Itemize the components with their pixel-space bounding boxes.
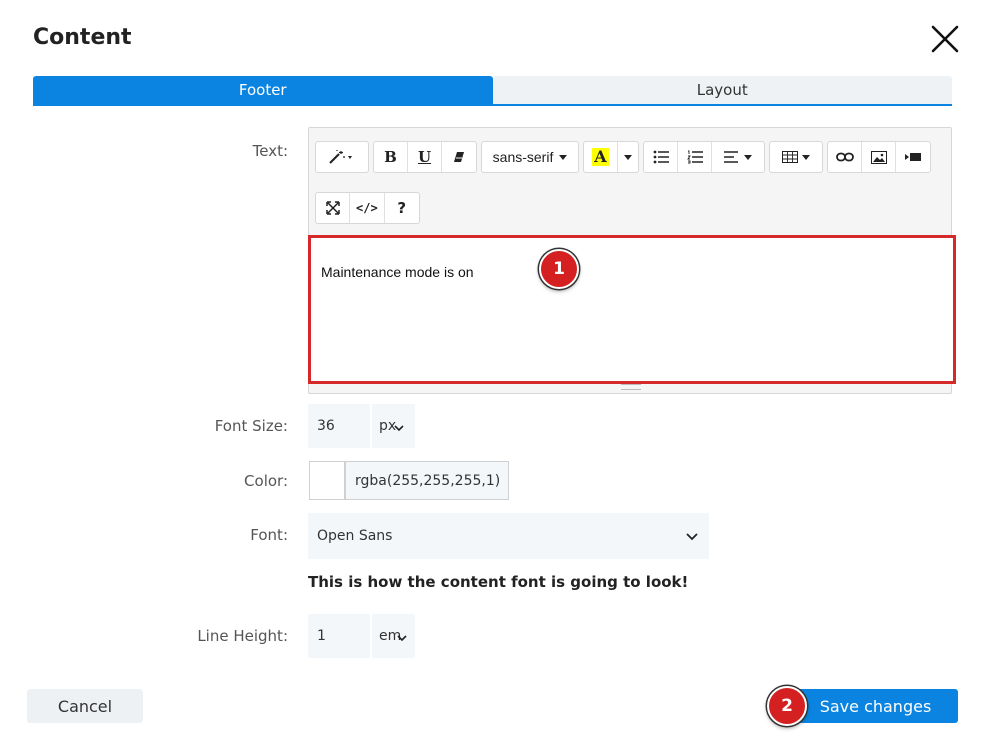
- text-color-icon[interactable]: A: [584, 142, 618, 172]
- font-size-input[interactable]: 36: [308, 404, 370, 448]
- ordered-list-icon[interactable]: [678, 142, 712, 172]
- dialog-title: Content: [33, 25, 132, 50]
- close-icon[interactable]: [928, 22, 962, 56]
- line-height-unit-select[interactable]: em: [372, 614, 415, 658]
- format-group: B U: [373, 141, 477, 173]
- chevron-down-icon: [397, 634, 407, 641]
- view-group: </> ?: [315, 192, 420, 224]
- insert-group: [827, 141, 931, 173]
- image-icon[interactable]: [862, 142, 896, 172]
- magic-wand-icon[interactable]: [316, 142, 368, 172]
- tab-footer[interactable]: Footer: [33, 76, 493, 104]
- color-caret-icon[interactable]: [618, 142, 638, 172]
- font-family-group: sans-serif: [481, 141, 579, 173]
- resize-handle[interactable]: [621, 384, 641, 390]
- color-group: A: [583, 141, 639, 173]
- font-size-label: Font Size:: [214, 417, 288, 435]
- code-view-icon[interactable]: </>: [350, 193, 385, 223]
- unordered-list-icon[interactable]: [644, 142, 678, 172]
- color-label: Color:: [244, 472, 288, 490]
- video-icon[interactable]: [896, 142, 930, 172]
- font-family-dropdown[interactable]: sans-serif: [482, 142, 578, 172]
- bold-icon[interactable]: B: [374, 142, 408, 172]
- link-icon[interactable]: [828, 142, 862, 172]
- annotation-marker-1: 1: [539, 249, 579, 289]
- line-height-input[interactable]: 1: [308, 614, 370, 658]
- editor-toolbar-row-1: B U sans-serif A: [315, 141, 931, 173]
- editor-toolbar-row-2: </> ?: [315, 192, 420, 224]
- annotation-marker-2: 2: [767, 686, 807, 726]
- list-group: [643, 141, 765, 173]
- font-select-value: Open Sans: [317, 528, 393, 544]
- chevron-down-icon: [394, 424, 404, 431]
- help-icon[interactable]: ?: [385, 193, 419, 223]
- tab-bar: Footer Layout: [33, 76, 952, 106]
- editor-text: Maintenance mode is on: [321, 264, 474, 280]
- tab-layout[interactable]: Layout: [492, 76, 952, 104]
- font-preview-text: This is how the content font is going to…: [308, 573, 689, 591]
- table-icon[interactable]: [770, 142, 822, 172]
- font-family-value: sans-serif: [492, 149, 554, 165]
- line-height-label: Line Height:: [197, 627, 288, 645]
- caret-down-icon: [559, 154, 568, 160]
- color-value-input[interactable]: rgba(255,255,255,1): [345, 461, 509, 500]
- underline-icon[interactable]: U: [408, 142, 442, 172]
- save-changes-button[interactable]: Save changes: [793, 689, 958, 723]
- editor-content-area[interactable]: Maintenance mode is on: [308, 235, 956, 384]
- style-group: [315, 141, 369, 173]
- font-label: Font:: [250, 526, 288, 544]
- table-group: [769, 141, 823, 173]
- cancel-button[interactable]: Cancel: [27, 689, 143, 723]
- eraser-icon[interactable]: [442, 142, 476, 172]
- align-icon[interactable]: [712, 142, 764, 172]
- text-label: Text:: [252, 142, 288, 160]
- chevron-down-icon: [686, 533, 698, 541]
- fullscreen-icon[interactable]: [316, 193, 350, 223]
- font-size-unit-select[interactable]: px: [372, 404, 415, 448]
- rich-text-editor: B U sans-serif A </> ? Maintenance mode …: [308, 127, 956, 394]
- font-select[interactable]: Open Sans: [308, 513, 709, 559]
- color-swatch[interactable]: [309, 461, 345, 500]
